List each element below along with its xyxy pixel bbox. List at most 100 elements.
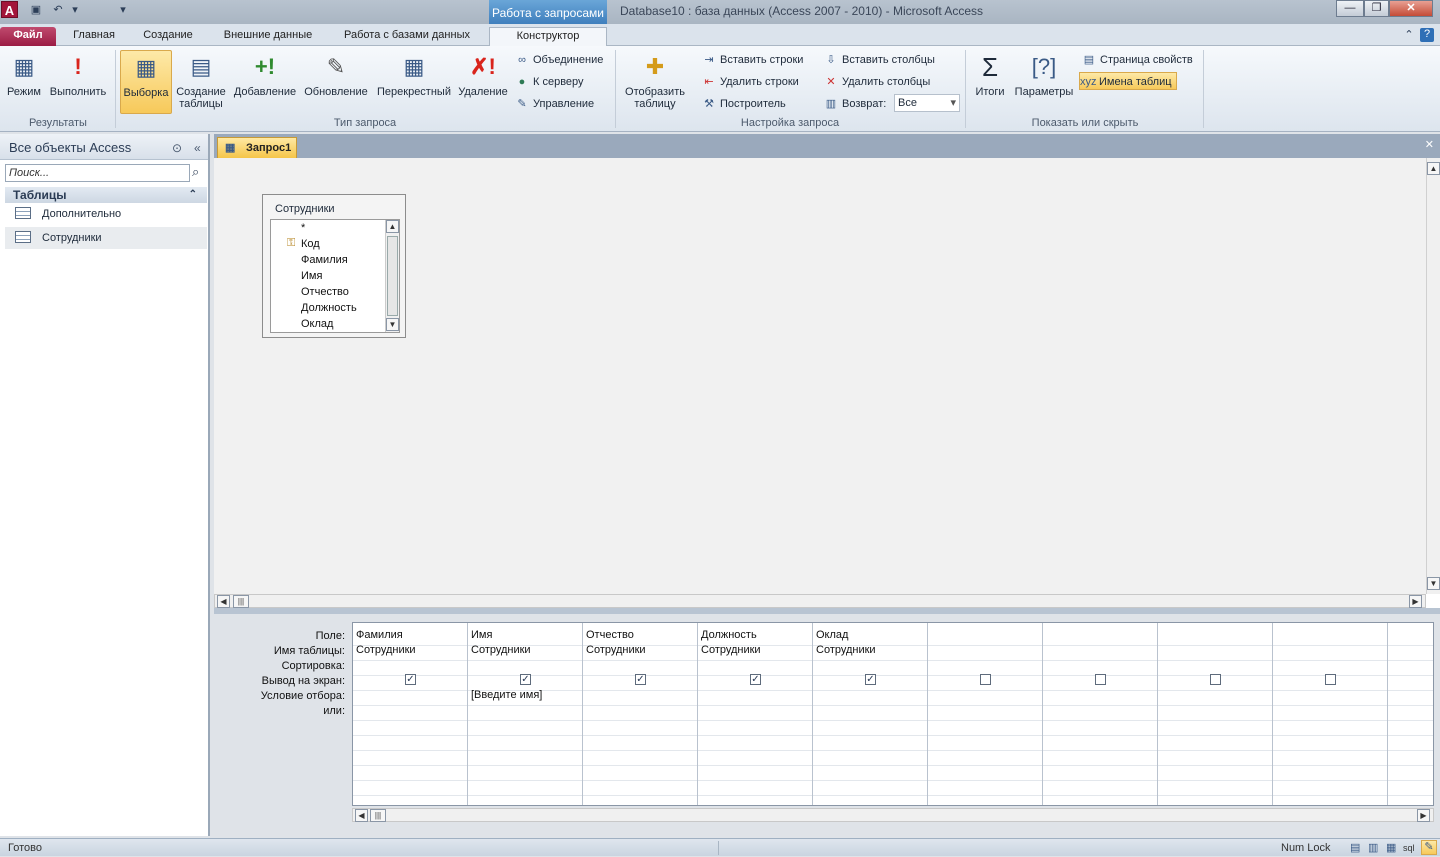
crosstab-button[interactable]: ▦ Перекрестный: [374, 50, 454, 114]
access-app-icon[interactable]: A: [1, 1, 18, 18]
customize-qat-icon[interactable]: ▾: [116, 3, 130, 17]
field-cell[interactable]: Должность: [701, 629, 757, 641]
totals-button[interactable]: Σ Итоги: [970, 50, 1010, 114]
nav-item-sotrudniki[interactable]: Сотрудники: [5, 227, 207, 249]
insert-columns-button[interactable]: ⇩ Вставить столбцы: [823, 51, 935, 69]
run-button[interactable]: ! Выполнить: [46, 50, 110, 114]
return-combo[interactable]: Все: [894, 94, 960, 112]
pivot-table-view-icon[interactable]: ▥: [1368, 839, 1378, 857]
field-item[interactable]: Имя: [301, 270, 322, 282]
scroll-down-arrow[interactable]: ▼: [386, 318, 399, 331]
grid-column-empty[interactable]: [1043, 623, 1158, 805]
field-item[interactable]: Фамилия: [301, 254, 348, 266]
grid-column-otchestvo[interactable]: Отчество Сотрудники ✓: [583, 623, 698, 805]
grid-column-oklad[interactable]: Оклад Сотрудники ✓: [813, 623, 928, 805]
table-cell[interactable]: Сотрудники: [701, 644, 761, 656]
insert-rows-button[interactable]: ⇥ Вставить строки: [701, 51, 803, 69]
grid-column-empty[interactable]: [1388, 623, 1433, 805]
scroll-left-arrow[interactable]: ◀: [217, 595, 230, 608]
help-icon[interactable]: ?: [1420, 28, 1434, 42]
undo-icon[interactable]: ↶: [51, 3, 65, 17]
table-names-button[interactable]: xyz Имена таблиц: [1079, 72, 1177, 90]
minimize-button[interactable]: —: [1336, 0, 1364, 17]
nav-dropdown-icon[interactable]: ⊙: [172, 134, 182, 162]
nav-search-input[interactable]: Поиск...: [5, 164, 190, 182]
table-cell[interactable]: Сотрудники: [586, 644, 646, 656]
table-cell[interactable]: Сотрудники: [356, 644, 416, 656]
select-query-button[interactable]: ▦ Выборка: [120, 50, 172, 114]
field-cell[interactable]: Фамилия: [356, 629, 403, 641]
datasheet-view-icon[interactable]: ▤: [1350, 839, 1360, 857]
scroll-thumb[interactable]: |||: [370, 809, 386, 822]
show-checkbox[interactable]: ✓: [520, 674, 531, 685]
field-cell[interactable]: Отчество: [586, 629, 634, 641]
show-checkbox[interactable]: ✓: [405, 674, 416, 685]
parameters-button[interactable]: [?] Параметры: [1012, 50, 1076, 114]
criteria-cell[interactable]: [Введите имя]: [471, 689, 542, 701]
field-cell[interactable]: Оклад: [816, 629, 848, 641]
design-view-icon[interactable]: ✎: [1421, 840, 1437, 855]
pivot-chart-view-icon[interactable]: ▦: [1386, 839, 1396, 857]
passthrough-button[interactable]: ● К серверу: [514, 73, 584, 91]
search-icon[interactable]: ⌕: [192, 164, 199, 180]
update-button[interactable]: ✎ Обновление: [300, 50, 372, 114]
tab-external-data[interactable]: Внешние данные: [214, 27, 322, 46]
field-item[interactable]: Должность: [301, 302, 357, 314]
show-table-button[interactable]: ✚ Отобразить таблицу: [620, 50, 690, 114]
union-button[interactable]: ∞ Объединение: [514, 51, 603, 69]
undo-dropdown-icon[interactable]: ▾: [68, 3, 82, 17]
scroll-up-arrow[interactable]: ▲: [1427, 162, 1440, 175]
show-checkbox[interactable]: [980, 674, 991, 685]
tab-database-tools[interactable]: Работа с базами данных: [334, 27, 480, 46]
field-item[interactable]: Оклад: [301, 318, 333, 330]
property-sheet-button[interactable]: ▤ Страница свойств: [1081, 51, 1193, 69]
close-document-icon[interactable]: ✕: [1425, 138, 1434, 151]
nav-collapse-icon[interactable]: «: [194, 134, 201, 162]
tab-home[interactable]: Главная: [64, 27, 124, 46]
delete-columns-button[interactable]: ✕ Удалить столбцы: [823, 73, 930, 91]
ddl-button[interactable]: ✎ Управление: [514, 95, 594, 113]
grid-horizontal-scrollbar[interactable]: ◀ ||| ▶: [352, 808, 1434, 822]
append-button[interactable]: +! Добавление: [230, 50, 300, 114]
scroll-down-arrow[interactable]: ▼: [1427, 577, 1440, 590]
nav-header[interactable]: Все объекты Access ⊙ «: [0, 134, 208, 160]
sql-view-button[interactable]: sql: [1403, 839, 1415, 857]
show-checkbox[interactable]: ✓: [750, 674, 761, 685]
grid-column-familiya[interactable]: Фамилия Сотрудники ✓: [353, 623, 468, 805]
scroll-thumb[interactable]: [387, 236, 398, 316]
scroll-thumb[interactable]: |||: [233, 595, 249, 608]
minimize-ribbon-icon[interactable]: ⌃: [1402, 28, 1416, 42]
nav-group-tables[interactable]: Таблицы ⌃: [5, 187, 207, 203]
field-cell[interactable]: Имя: [471, 629, 492, 641]
scroll-left-arrow[interactable]: ◀: [355, 809, 368, 822]
grid-column-imya[interactable]: Имя Сотрудники ✓ [Введите имя]: [468, 623, 583, 805]
scroll-right-arrow[interactable]: ▶: [1417, 809, 1430, 822]
collapse-group-icon[interactable]: ⌃: [189, 187, 197, 203]
grid-column-dolzhnost[interactable]: Должность Сотрудники ✓: [698, 623, 813, 805]
delete-query-button[interactable]: ✗! Удаление: [456, 50, 510, 114]
show-checkbox[interactable]: [1325, 674, 1336, 685]
grid-column-empty[interactable]: [928, 623, 1043, 805]
restore-button[interactable]: ❐: [1364, 0, 1389, 17]
field-item[interactable]: Код: [301, 238, 320, 250]
tab-design[interactable]: Конструктор: [489, 27, 607, 47]
builder-button[interactable]: ⚒ Построитель: [701, 95, 786, 113]
scroll-up-arrow[interactable]: ▲: [386, 220, 399, 233]
make-table-button[interactable]: ▤ Создание таблицы: [174, 50, 228, 114]
field-item[interactable]: *: [301, 222, 305, 234]
save-icon[interactable]: ▣: [29, 3, 43, 17]
show-checkbox[interactable]: ✓: [865, 674, 876, 685]
table-cell[interactable]: Сотрудники: [816, 644, 876, 656]
nav-item-dopolnitelno[interactable]: Дополнительно: [5, 203, 207, 225]
field-item[interactable]: Отчество: [301, 286, 349, 298]
tab-create[interactable]: Создание: [134, 27, 202, 46]
table-box-sotrudniki[interactable]: Сотрудники * ⚿ Код Фамилия Имя Отчество …: [262, 194, 406, 338]
show-checkbox[interactable]: [1095, 674, 1106, 685]
grid-column-empty[interactable]: [1158, 623, 1273, 805]
scroll-right-arrow[interactable]: ▶: [1409, 595, 1422, 608]
close-button[interactable]: ✕: [1389, 0, 1433, 17]
upper-vertical-scrollbar[interactable]: ▲ ▼: [1426, 158, 1440, 594]
grid-column-empty[interactable]: [1273, 623, 1388, 805]
document-tab-query1[interactable]: ▦ Запрос1: [217, 137, 297, 158]
view-button[interactable]: ▦ Режим: [4, 50, 44, 114]
